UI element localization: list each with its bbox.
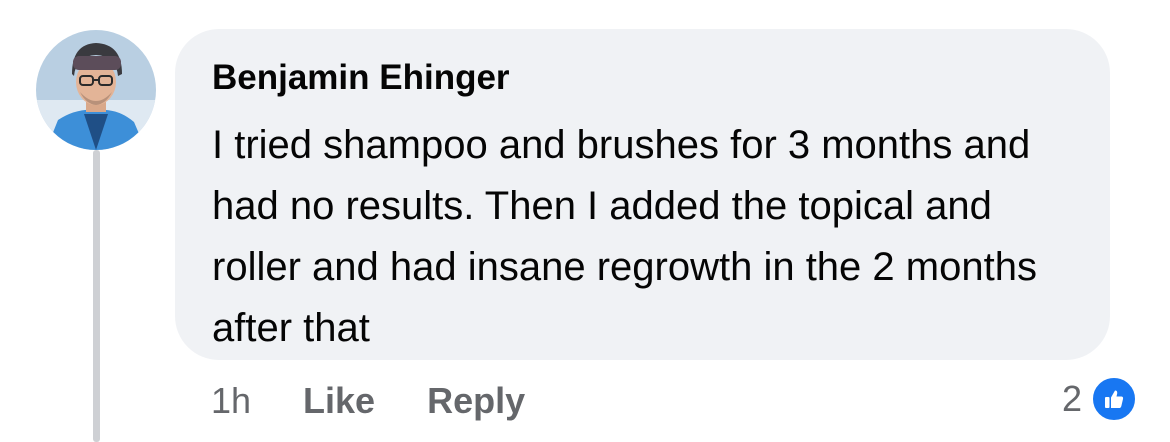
comment-body-text: I tried shampoo and brushes for 3 months…	[212, 123, 1037, 350]
reaction-summary[interactable]: 2	[1062, 372, 1138, 426]
like-button[interactable]: Like	[303, 380, 375, 422]
avatar[interactable]	[36, 30, 156, 150]
comment-bubble: Benjamin Ehinger I tried shampoo and bru…	[175, 29, 1110, 360]
thumbs-up-icon	[1090, 375, 1138, 423]
thread-connector-line	[93, 150, 100, 442]
comment-thread: Benjamin Ehinger I tried shampoo and bru…	[0, 0, 1170, 442]
comment-author-name[interactable]: Benjamin Ehinger	[212, 57, 1080, 99]
comment-timestamp[interactable]: 1h	[211, 380, 251, 422]
avatar-image	[36, 30, 156, 150]
comment-actions-bar: 1h Like Reply	[211, 376, 577, 426]
reaction-count: 2	[1061, 378, 1082, 419]
reply-button[interactable]: Reply	[427, 380, 525, 422]
